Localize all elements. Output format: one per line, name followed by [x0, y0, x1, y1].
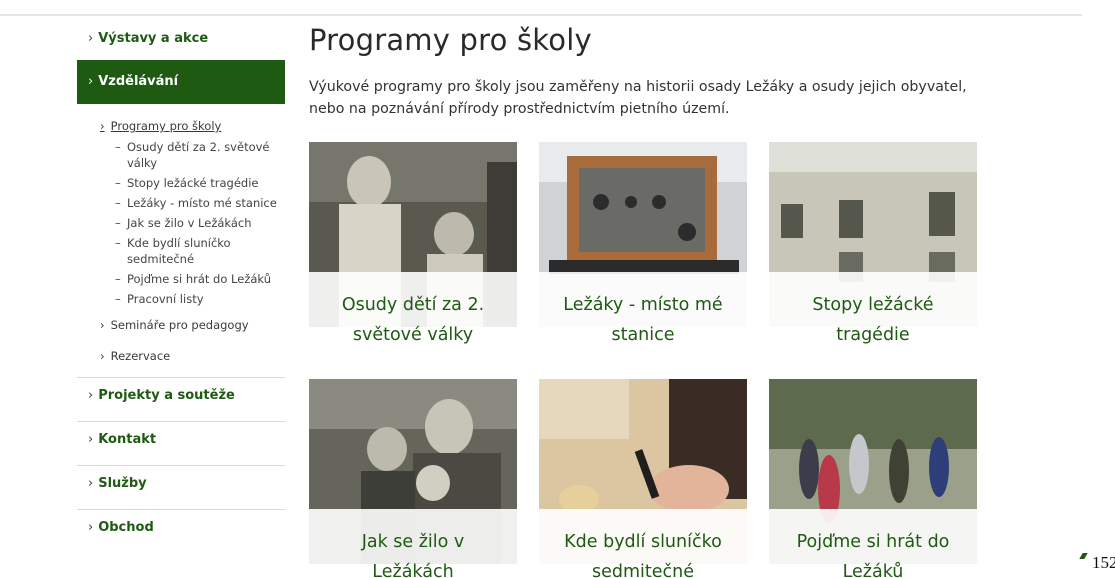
program-card-osudy[interactable]: Osudy dětí za 2. světové války: [309, 142, 517, 368]
card-title: Ležáky - místo mé stanice: [563, 295, 723, 345]
subnav-child-pojdme[interactable]: – Pojďme si hrát do Ležáků: [77, 271, 285, 287]
subnav-label: Programy pro školy: [110, 119, 222, 133]
page-number: 152: [1092, 553, 1115, 572]
subnav-label: Semináře pro pedagogy: [110, 318, 249, 332]
card-caption: Stopy ležácké tragédie: [769, 272, 977, 368]
chevron-right-icon: ›: [100, 318, 105, 332]
subnav-child-osudy[interactable]: – Osudy dětí za 2. světové války: [77, 139, 285, 171]
sidebar-item-sluzby[interactable]: › Služby: [77, 466, 285, 510]
subnav-child-label: Kde bydlí sluníčko sedmitečné: [127, 236, 231, 266]
subnav-child-label: Jak se žilo v Ležákách: [127, 216, 252, 230]
subnav-child-slunicko[interactable]: – Kde bydlí sluníčko sedmitečné: [77, 235, 285, 267]
chevron-right-icon: ›: [88, 520, 94, 535]
subnav-child-lezaky[interactable]: – Ležáky - místo mé stanice: [77, 195, 285, 211]
subnav-child-pracovni-listy[interactable]: – Pracovní listy: [77, 291, 285, 307]
program-card-lezaky[interactable]: Ležáky - místo mé stanice: [539, 142, 747, 368]
program-card-stopy[interactable]: Stopy ležácké tragédie: [769, 142, 977, 368]
sidebar-nav: › Výstavy a akce › Vzdělávání › Programy pr…: [77, 22, 285, 554]
sidebar-item-vzdelavani[interactable]: › Vzdělávání: [77, 60, 285, 104]
subnav-child-label: Pojďme si hrát do Ležáků: [127, 272, 272, 286]
main-content: Programy pro školy Výukové programy pro …: [309, 22, 1009, 120]
sidebar-item-label: Projekty a soutěže: [98, 388, 235, 403]
subnav-item-programy[interactable]: › Programy pro školy: [77, 118, 285, 135]
sidebar-item-label: Vzdělávání: [98, 74, 179, 89]
top-divider: [0, 14, 1082, 16]
subnav-child-stopy[interactable]: – Stopy ležácké tragédie: [77, 175, 285, 191]
subnav-child-label: Osudy dětí za 2. světové války: [127, 140, 270, 170]
sidebar-item-label: Kontakt: [98, 432, 157, 447]
program-card-pojdme[interactable]: Pojďme si hrát do Ležáků: [769, 379, 977, 578]
decorative-tick: [1079, 553, 1088, 559]
subnav-child-label: Pracovní listy: [127, 292, 204, 306]
chevron-right-icon: ›: [88, 74, 94, 89]
chevron-right-icon: ›: [88, 476, 94, 491]
subnav-item-seminare[interactable]: › Semináře pro pedagogy: [77, 317, 285, 334]
card-caption: Kde bydlí sluníčko sedmitečné: [539, 509, 747, 578]
sidebar-item-kontakt[interactable]: › Kontakt: [77, 422, 285, 466]
chevron-right-icon: ›: [88, 31, 94, 46]
chevron-right-icon: ›: [100, 119, 105, 133]
page-title: Programy pro školy: [309, 23, 592, 57]
subnav-child-label: Stopy ležácké tragédie: [127, 176, 259, 190]
subnav-child-jak-se-zilo[interactable]: – Jak se žilo v Ležákách: [77, 215, 285, 231]
subnav-item-rezervace[interactable]: › Rezervace: [77, 348, 285, 365]
chevron-right-icon: ›: [88, 388, 94, 403]
card-caption: Ležáky - místo mé stanice: [539, 272, 747, 368]
card-caption: Jak se žilo v Ležákách: [309, 509, 517, 578]
program-card-jak-se-zilo[interactable]: Jak se žilo v Ležákách: [309, 379, 517, 578]
card-caption: Osudy dětí za 2. světové války: [309, 272, 517, 368]
program-card-slunicko[interactable]: Kde bydlí sluníčko sedmitečné: [539, 379, 747, 578]
card-title: Kde bydlí sluníčko sedmitečné: [564, 532, 722, 578]
card-caption: Pojďme si hrát do Ležáků: [769, 509, 977, 578]
sidebar-item-projekty[interactable]: › Projekty a soutěže: [77, 378, 285, 422]
card-title: Osudy dětí za 2. světové války: [341, 295, 485, 345]
sidebar-subnav: › Programy pro školy – Osudy dětí za 2. sv…: [77, 104, 285, 378]
sidebar-item-label: Výstavy a akce: [98, 31, 209, 46]
intro-text: Výukové programy pro školy jsou zaměřeny…: [309, 79, 967, 117]
card-title: Jak se žilo v Ležákách: [361, 532, 465, 578]
chevron-right-icon: ›: [100, 349, 105, 363]
subnav-child-label: Ležáky - místo mé stanice: [127, 196, 277, 210]
card-title: Stopy ležácké tragédie: [812, 295, 934, 345]
sidebar-item-obchod[interactable]: › Obchod: [77, 510, 285, 554]
sidebar-item-label: Služby: [98, 476, 147, 491]
sidebar-item-vystavy[interactable]: › Výstavy a akce: [77, 22, 285, 60]
card-title: Pojďme si hrát do Ležáků: [796, 532, 950, 578]
sidebar-item-label: Obchod: [98, 520, 154, 535]
chevron-right-icon: ›: [88, 432, 94, 447]
subnav-label: Rezervace: [110, 349, 171, 363]
